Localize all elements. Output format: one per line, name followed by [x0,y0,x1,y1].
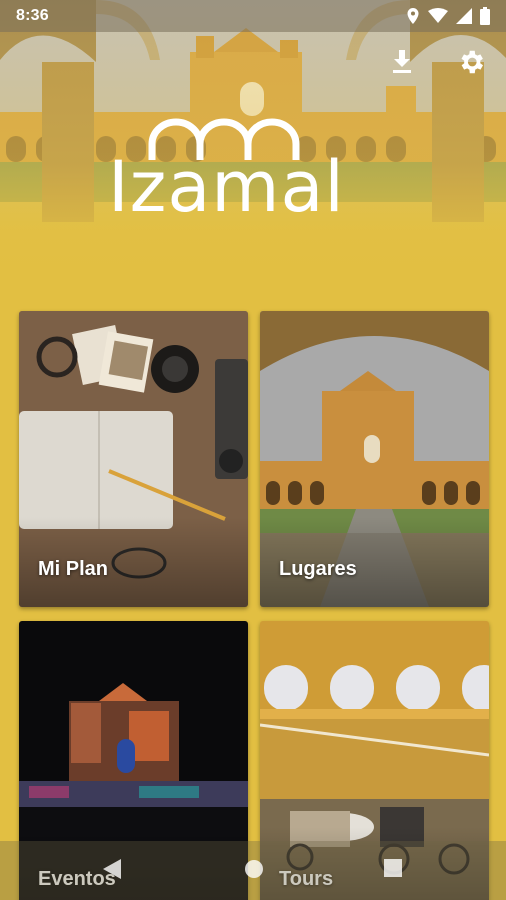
recents-button[interactable] [384,859,402,882]
gear-icon [461,50,483,74]
cell-signal-icon [456,8,472,24]
settings-button[interactable] [453,44,489,80]
app-logo: Izamal [108,118,400,230]
download-icon [393,50,411,73]
download-button[interactable] [384,44,420,80]
home-icon [245,860,263,878]
tile-label: Lugares [279,558,357,580]
back-button[interactable] [103,859,121,884]
status-bar: 8:36 [0,0,506,32]
tile-mi-plan[interactable]: Mi Plan [19,311,248,607]
location-icon [407,8,419,24]
home-button[interactable] [244,859,264,884]
back-icon [103,859,121,879]
tile-label: Mi Plan [38,558,109,580]
battery-icon [480,7,490,25]
tile-lugares[interactable]: Lugares [260,311,489,607]
status-icons [406,7,490,25]
status-time: 8:36 [16,7,49,24]
app-logo-text: Izamal [108,146,345,228]
recents-icon [384,859,402,877]
system-navigation-bar [0,841,506,900]
wifi-icon [428,8,448,23]
